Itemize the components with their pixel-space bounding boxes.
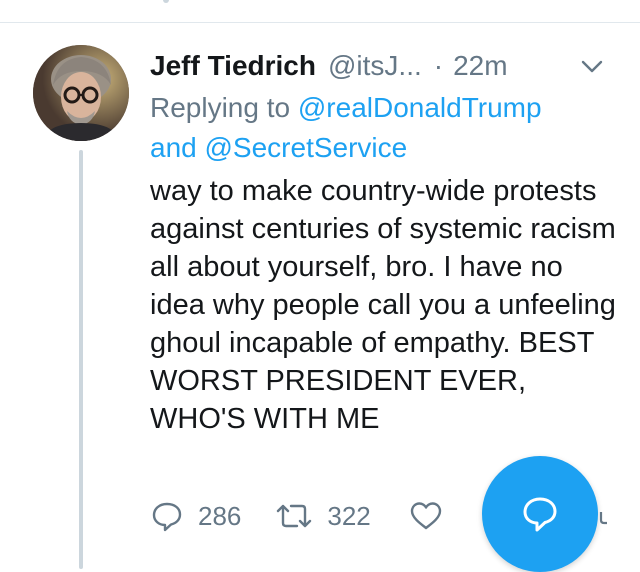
retweet-count: 322 xyxy=(327,500,371,531)
mention-link[interactable]: @SecretService xyxy=(205,132,408,163)
chevron-down-icon[interactable] xyxy=(580,56,604,76)
replying-prefix: Replying to xyxy=(150,92,291,123)
mention-link[interactable]: @realDonaldTrump xyxy=(298,92,542,123)
reply-count: 286 xyxy=(198,500,242,531)
author-handle[interactable]: @itsJ... xyxy=(328,50,422,82)
tweet-timestamp[interactable]: 22m xyxy=(453,50,507,82)
avatar-photo xyxy=(33,45,129,141)
divider xyxy=(0,22,640,23)
replying-to: Replying to @realDonaldTrump and @SecretS… xyxy=(150,88,610,168)
tweet-header: Jeff Tiedrich @itsJ... · 22m xyxy=(150,46,508,86)
retweet-icon xyxy=(277,504,312,528)
retweet-button[interactable]: 322 xyxy=(275,499,371,533)
tweet-text: way to make country-wide protests agains… xyxy=(150,175,616,435)
reply-icon xyxy=(152,502,182,532)
author-name[interactable]: Jeff Tiedrich xyxy=(150,50,316,82)
compose-reply-button[interactable] xyxy=(482,456,598,572)
previous-tweet-indicator xyxy=(163,0,169,3)
like-button[interactable] xyxy=(409,499,443,533)
share-icon[interactable] xyxy=(599,512,607,526)
avatar[interactable] xyxy=(33,45,129,141)
compose-reply-icon xyxy=(523,497,557,532)
heart-icon xyxy=(410,502,441,530)
header-separator: · xyxy=(433,50,444,81)
thread-line xyxy=(79,150,83,569)
action-bar: 286 322 xyxy=(150,496,443,536)
conjunction-text: and xyxy=(150,132,197,163)
reply-button[interactable]: 286 xyxy=(150,499,241,533)
